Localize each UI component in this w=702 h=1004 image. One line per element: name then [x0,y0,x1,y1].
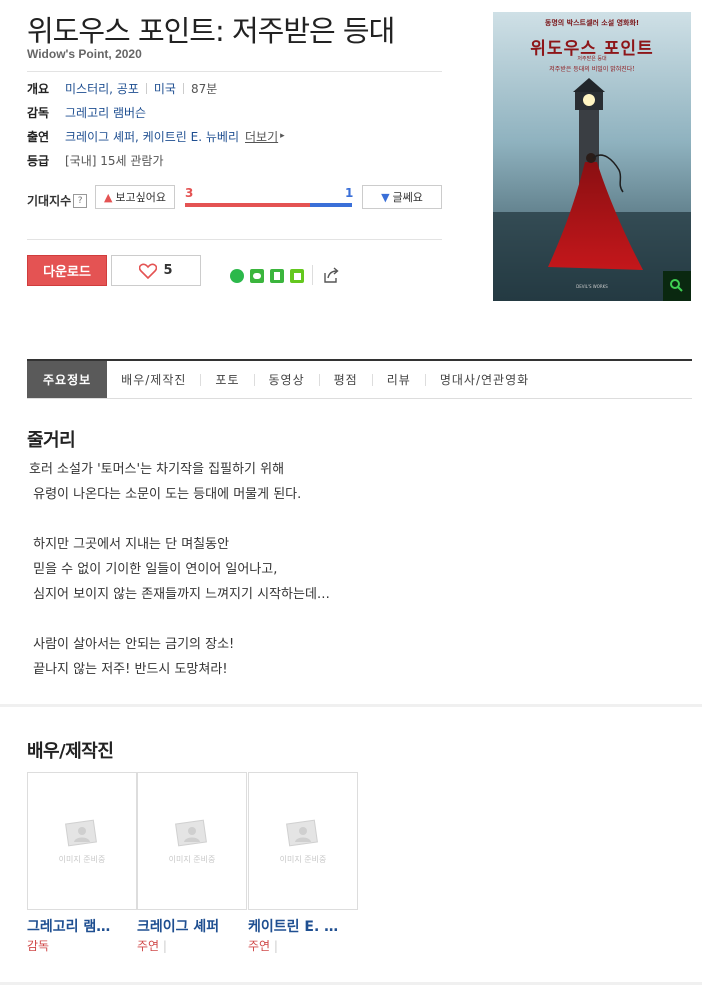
divider [27,239,442,240]
crew-heading: 배우/제작진 [27,741,114,762]
thumbs-down-icon: ▼ [381,190,390,204]
no-image-icon [175,819,207,846]
info-director-row: 감독 그레고리 램버슨 [27,103,146,121]
tab-photo[interactable]: 포토 [201,361,253,398]
like-count: 5 [163,263,173,278]
download-button[interactable]: 다운로드 [27,255,107,286]
no-image-icon [286,819,318,846]
tab-rating[interactable]: 평점 [320,361,372,398]
cast-card-photo[interactable]: 이미지 준비중 [248,772,358,910]
kakaotalk-share-icon[interactable] [250,269,264,283]
not-sure-button[interactable]: ▼ 글쎄요 [362,185,442,209]
share-icon[interactable] [322,267,340,284]
page-title: 위도우스 포인트: 저주받은 등대 [27,14,395,48]
expectation-bar [185,203,352,207]
band-share-icon[interactable] [290,269,304,283]
section-divider [0,704,702,707]
cast-role: 주연 | [248,939,278,953]
chevron-right-icon: ▸ [280,131,285,141]
help-icon[interactable]: ? [73,193,88,208]
cast-card-photo[interactable]: 이미지 준비중 [137,772,247,910]
want-count: 3 [185,186,194,200]
rating-value: [국내] 15세 관람가 [65,153,164,168]
poster-small-title: 저주받은 등대 [577,56,607,62]
movie-subtitle: Widow's Point, 2020 [27,47,142,61]
info-overview-row: 개요 미스터리, 공포 미국 87분 [27,79,217,97]
line-share-icon[interactable] [230,269,244,283]
synopsis-text: 호러 소설가 '토머스'는 차기작을 집필하기 위해 유령이 나온다는 소문이 … [29,462,330,677]
expectation-label-group: 기대지수 ? [27,192,88,209]
rating-label: 등급 [27,153,50,168]
cast-label: 출연 [27,129,50,144]
info-cast-row: 출연 크레이그 셰퍼, 케이트린 E. 뉴베리 더보기 ▸ [27,127,285,145]
poster-tagline: 저주받은 등대의 비밀이 밝혀진다! [549,66,635,73]
no-image-text: 이미지 준비중 [279,854,327,864]
tab-main-info[interactable]: 주요정보 [27,361,108,398]
director-label: 감독 [27,105,50,120]
heart-icon [139,263,158,279]
tab-video[interactable]: 동영상 [255,361,319,398]
want-to-see-button[interactable]: ▲ 보고싶어요 [95,185,175,209]
like-button[interactable]: 5 [111,255,201,286]
thumbs-up-icon: ▲ [103,190,113,204]
overview-label: 개요 [27,81,50,96]
cast-role: 주연 | [137,939,167,953]
kakaostory-share-icon[interactable] [270,269,284,283]
not-sure-label: 글쎄요 [392,191,423,204]
not-count: 1 [345,186,354,200]
country-link[interactable]: 미국 [154,80,176,97]
no-image-icon [65,819,97,846]
info-rating-row: 등급 [국내] 15세 관람가 [27,151,164,169]
cast-name-link[interactable]: 그레고리 램… [27,916,137,936]
want-to-see-label: 보고싶어요 [115,191,167,204]
separator [145,82,147,94]
runtime: 87분 [190,81,218,96]
tab-quotes-related[interactable]: 명대사/연관영화 [426,361,543,398]
expectation-bar-want-fill [185,203,311,207]
director-link[interactable]: 그레고리 램버슨 [65,104,146,121]
cast-card-photo[interactable]: 이미지 준비중 [27,772,137,910]
poster-studio: DEVIL'S WORKS [576,284,608,289]
cast-link[interactable]: 크레이그 셰퍼, 케이트린 E. 뉴베리 [65,128,239,145]
divider [27,71,442,72]
tab-review[interactable]: 리뷰 [373,361,425,398]
no-image-text: 이미지 준비중 [168,854,216,864]
tab-bar: 주요정보 배우/제작진 포토 동영상 평점 리뷰 명대사/연관영화 [27,359,692,399]
tab-cast-crew[interactable]: 배우/제작진 [107,361,200,398]
movie-poster[interactable]: 동명의 박스트셀러 소설 영화화! 위도우스 포인트 저주받은 등대 저주받은 … [493,12,691,301]
section-divider [0,982,702,985]
zoom-icon[interactable] [669,278,683,292]
separator [312,265,313,285]
no-image-text: 이미지 준비중 [58,854,106,864]
cast-name-link[interactable]: 케이트린 E. … [248,916,358,936]
synopsis-heading: 줄거리 [27,430,76,451]
cast-name-link[interactable]: 크레이그 셰퍼 [137,916,247,936]
separator [182,82,184,94]
more-cast-link[interactable]: 더보기 [245,128,278,145]
genre-link[interactable]: 미스터리, 공포 [65,80,139,97]
expectation-label: 기대지수 [27,194,72,208]
cast-role: 감독 [27,939,50,953]
poster-tagline-top: 동명의 박스트셀러 소설 영화화! [544,19,640,27]
